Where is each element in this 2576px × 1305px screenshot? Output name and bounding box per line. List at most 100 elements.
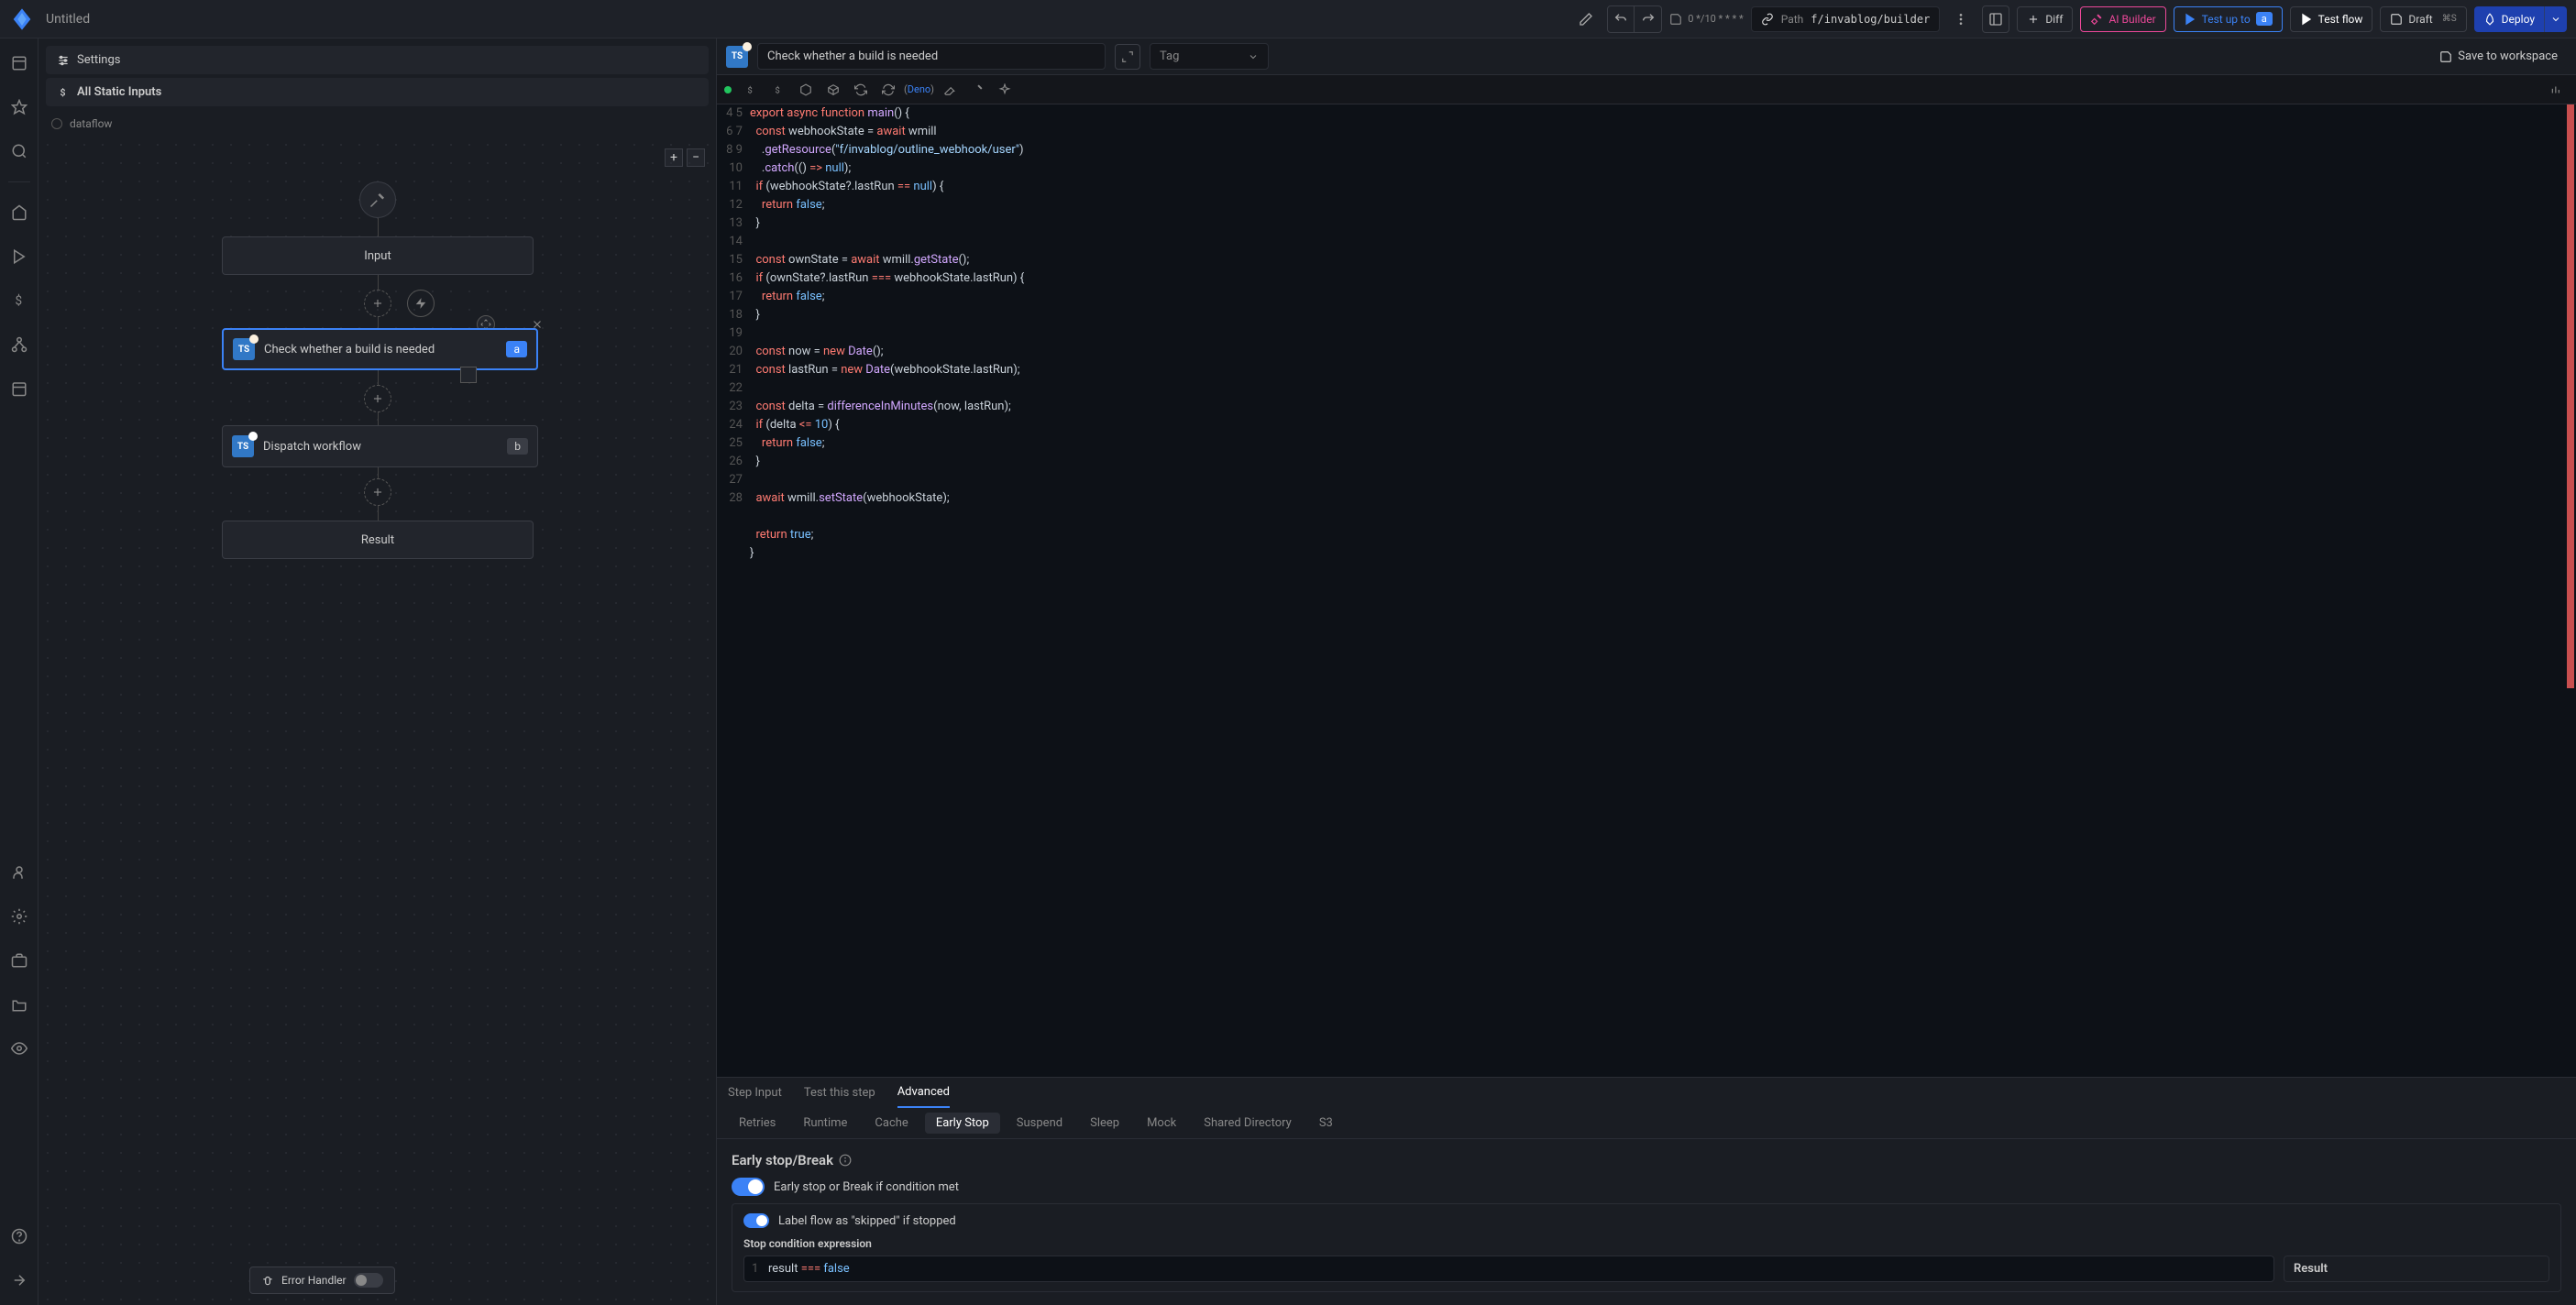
rail-resources-icon[interactable]: [6, 331, 33, 358]
error-handler-box[interactable]: Error Handler: [249, 1267, 395, 1294]
sliders-icon: [57, 54, 70, 67]
rail-search-icon[interactable]: [6, 137, 33, 165]
rail-collapse-icon[interactable]: [6, 1267, 33, 1294]
path-box[interactable]: Path f/invablog/builder: [1751, 6, 1941, 32]
ct-refresh-icon[interactable]: [876, 78, 900, 102]
rail-audit-icon[interactable]: [6, 1035, 33, 1062]
ct-dollar2-icon[interactable]: $: [766, 78, 790, 102]
step-b-letter: b: [507, 438, 528, 455]
error-handler-label: Error Handler: [281, 1274, 347, 1287]
deploy-button[interactable]: Deploy: [2474, 6, 2544, 32]
dollar-icon: $: [57, 86, 70, 99]
ct-eraser-icon[interactable]: [938, 78, 962, 102]
step-b-node[interactable]: TS Dispatch workflow b: [222, 425, 538, 467]
ct-wand-icon[interactable]: [965, 78, 989, 102]
tag-select[interactable]: Tag: [1150, 43, 1269, 70]
typescript-badge: TS: [726, 46, 748, 68]
adv-tab-sleep[interactable]: Sleep: [1079, 1113, 1130, 1134]
ai-builder-label: AI Builder: [2108, 13, 2155, 26]
rail-home-icon[interactable]: [6, 49, 33, 77]
adv-tab-retries[interactable]: Retries: [728, 1113, 787, 1134]
adv-tab-cache[interactable]: Cache: [864, 1113, 919, 1134]
ct-dollar-icon[interactable]: $: [739, 78, 763, 102]
inputs-row[interactable]: $ All Static Inputs: [46, 78, 709, 106]
rail-workspaces-icon[interactable]: [6, 947, 33, 974]
step-name-input[interactable]: Check whether a build is needed: [757, 43, 1106, 70]
more-menu-icon[interactable]: [1947, 5, 1975, 33]
early-stop-title: Early stop/Break: [732, 1152, 833, 1168]
add-step-button[interactable]: [364, 385, 391, 412]
rail-folders-icon[interactable]: [6, 991, 33, 1018]
save-workspace-label: Save to workspace: [2458, 49, 2558, 63]
rail-star-icon[interactable]: [6, 93, 33, 121]
expr-code[interactable]: result === false: [768, 1262, 850, 1276]
error-handler-toggle[interactable]: [354, 1273, 383, 1288]
test-flow-button[interactable]: Test flow: [2290, 6, 2373, 32]
skipped-toggle[interactable]: [743, 1213, 769, 1228]
ct-sparkle-icon[interactable]: [993, 78, 1017, 102]
result-node[interactable]: Result: [222, 521, 534, 559]
rail-runs-icon[interactable]: [6, 243, 33, 270]
deploy-label: Deploy: [2502, 13, 2535, 26]
inputs-label: All Static Inputs: [77, 85, 161, 99]
tab-step-input[interactable]: Step Input: [728, 1079, 782, 1107]
dataflow-label: dataflow: [70, 117, 112, 130]
early-stop-toggle[interactable]: [732, 1178, 765, 1196]
step-name-value: Check whether a build is needed: [767, 49, 938, 63]
adv-tab-runtime[interactable]: Runtime: [792, 1113, 858, 1134]
input-node[interactable]: Input: [222, 236, 534, 275]
draft-button[interactable]: Draft ⌘S: [2380, 6, 2466, 32]
step-a-node[interactable]: TS Check whether a build is needed a: [222, 328, 538, 370]
expand-editor-button[interactable]: [1115, 44, 1140, 70]
edit-title-icon[interactable]: [1572, 5, 1600, 33]
save-to-workspace-button[interactable]: Save to workspace: [2430, 44, 2567, 69]
rail-home2-icon[interactable]: [6, 199, 33, 226]
adv-tab-suspend[interactable]: Suspend: [1006, 1113, 1073, 1134]
expr-editor[interactable]: 1 result === false: [743, 1256, 2274, 1282]
rail-variables-icon[interactable]: $: [6, 287, 33, 314]
rail-users-icon[interactable]: [6, 859, 33, 886]
adv-tab-s3[interactable]: S3: [1308, 1113, 1344, 1134]
add-step-button[interactable]: [364, 290, 391, 317]
adv-tab-mock[interactable]: Mock: [1136, 1113, 1187, 1134]
draft-label: Draft: [2408, 13, 2432, 26]
test-upto-button[interactable]: Test up to a: [2174, 6, 2283, 32]
rail-help-icon[interactable]: [6, 1223, 33, 1250]
skipped-toggle-label: Label flow as "skipped" if stopped: [778, 1214, 956, 1228]
deploy-dropdown[interactable]: [2544, 6, 2567, 32]
flow-title[interactable]: Untitled: [46, 12, 90, 27]
expr-line-number: 1: [752, 1262, 768, 1276]
adv-tab-early-stop[interactable]: Early Stop: [925, 1113, 1000, 1134]
settings-row[interactable]: Settings: [46, 46, 709, 74]
panel-toggle-icon[interactable]: [1982, 5, 2009, 33]
tab-advanced[interactable]: Advanced: [897, 1078, 950, 1108]
code-editor[interactable]: 4 5 6 7 8 9 10 11 12 13 14 15 16 17 18 1…: [717, 104, 2576, 1077]
trigger-button[interactable]: [407, 290, 435, 317]
rail-settings-icon[interactable]: [6, 903, 33, 930]
scroll-indicator: [2567, 104, 2574, 688]
ct-cube-icon[interactable]: [821, 78, 845, 102]
tab-test-step[interactable]: Test this step: [804, 1079, 875, 1107]
ct-bars-icon[interactable]: [2545, 78, 2569, 102]
radio-off-icon: [51, 118, 62, 129]
ct-box-icon[interactable]: [794, 78, 818, 102]
info-icon[interactable]: [839, 1154, 852, 1167]
chevron-down-icon: [1248, 51, 1259, 62]
redo-button[interactable]: [1635, 5, 1662, 33]
plus-icon: [2027, 13, 2040, 26]
graph-wand-node[interactable]: [359, 181, 396, 218]
diff-button[interactable]: Diff: [2017, 6, 2073, 32]
app-logo[interactable]: [9, 6, 35, 32]
save-icon: [2390, 13, 2403, 26]
ct-reload-icon[interactable]: [849, 78, 873, 102]
undo-button[interactable]: [1607, 5, 1635, 33]
dataflow-toggle[interactable]: dataflow: [39, 112, 716, 136]
adv-tab-shared-dir[interactable]: Shared Directory: [1193, 1113, 1303, 1134]
add-step-button[interactable]: [364, 478, 391, 506]
expr-result-box: Result: [2284, 1256, 2549, 1282]
step-a-letter: a: [506, 341, 527, 357]
code-content[interactable]: export async function main() { const web…: [750, 104, 2576, 1077]
rail-schedules-icon[interactable]: [6, 375, 33, 402]
ai-builder-button[interactable]: AI Builder: [2080, 6, 2165, 32]
typescript-badge: TS: [232, 435, 254, 457]
